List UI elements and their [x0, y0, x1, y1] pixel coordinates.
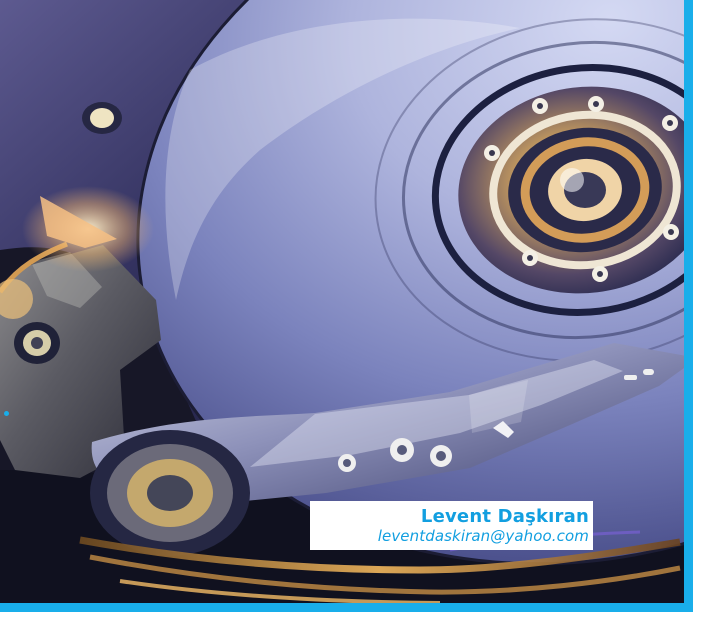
bottom-frame-bar [0, 603, 693, 612]
author-credit: Levent Daşkıran leventdaskiran@yahoo.com [310, 501, 593, 550]
accent-dot [4, 411, 9, 416]
right-frame-bar [684, 0, 693, 612]
bottom-margin [0, 612, 716, 628]
right-margin [693, 0, 716, 628]
article-illustration: Levent Daşkıran leventdaskiran@yahoo.com [0, 0, 716, 628]
author-name: Levent Daşkıran [420, 506, 589, 527]
author-email: leventdaskiran@yahoo.com [377, 527, 589, 545]
